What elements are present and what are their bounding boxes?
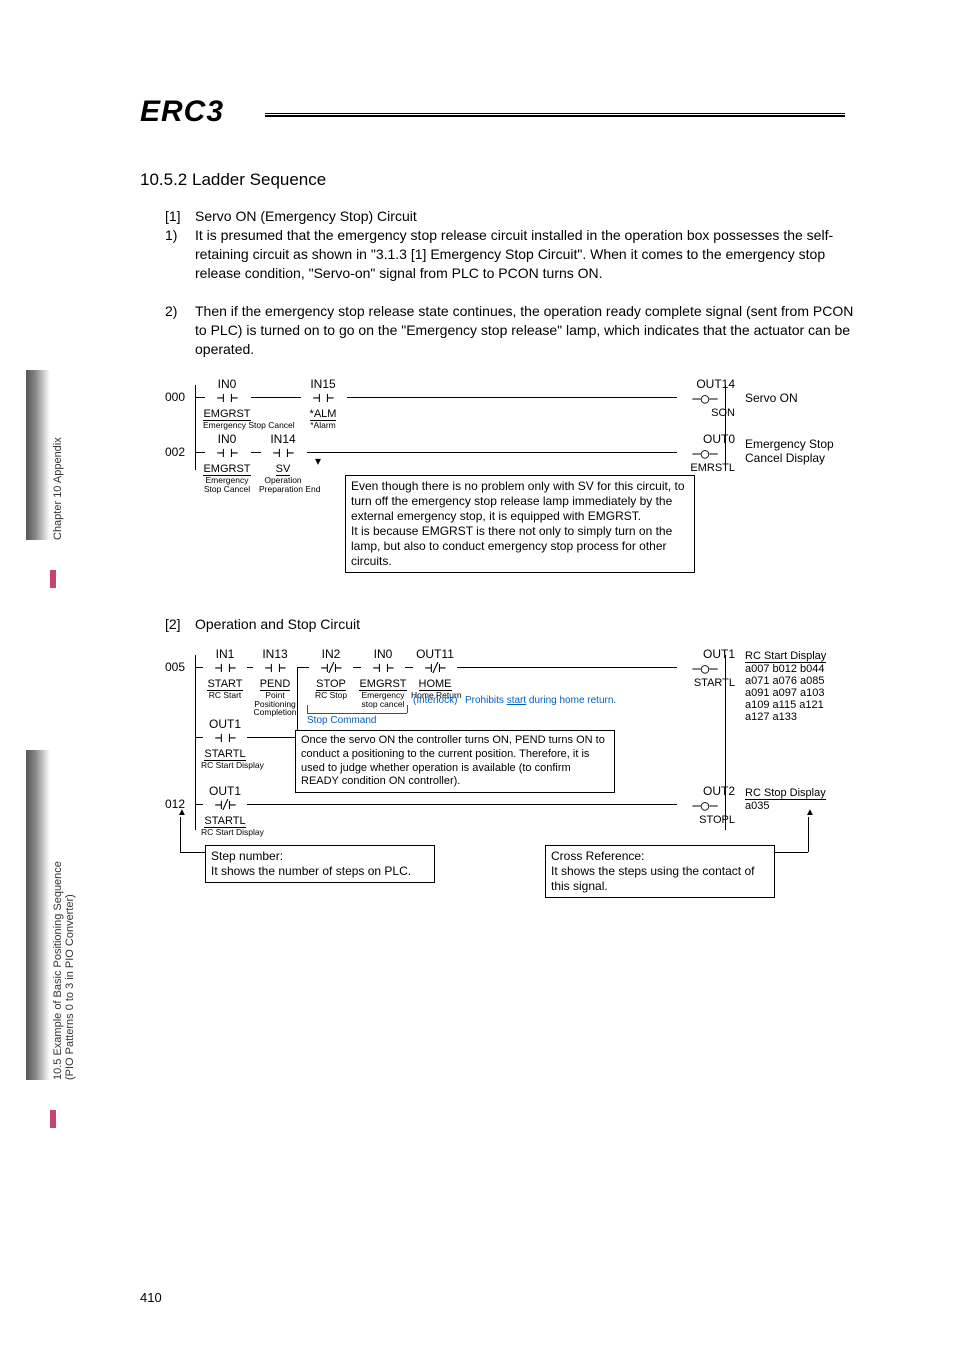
item2-num: [2] [165, 615, 181, 634]
p1-text: It is presumed that the emergency stop r… [195, 226, 855, 283]
note-ladder1: Even though there is no problem only wit… [345, 475, 695, 573]
tab-accent-lower [50, 1110, 56, 1128]
contact-in1: IN1 ⊣ ⊢ START RC Start [201, 647, 249, 700]
contact-in15: IN15 ⊣ ⊢ *ALM *Alarm [299, 377, 347, 430]
logo-underline [265, 113, 845, 117]
xref-note: Cross Reference: It shows the steps usin… [545, 845, 775, 898]
tab-graphic-lower [26, 750, 50, 1080]
step-005: 005 [165, 660, 185, 674]
label-rc-start: RC Start Display a007 b012 b044 a071 a07… [745, 650, 826, 723]
sidebar-text-lower: 10.5 Example of Basic Positioning Sequen… [52, 750, 76, 1080]
interlock-label: (Interlock) [413, 695, 457, 706]
tab-accent-upper [50, 570, 56, 588]
ladder2: 005 IN1 ⊣ ⊢ START RC Start IN13 ⊣ ⊢ PEND… [165, 645, 855, 925]
contact-in14: IN14 ⊣ ⊢ SV Operation Preparation End [259, 432, 307, 493]
tab-graphic-upper [26, 370, 50, 540]
p2-text: Then if the emergency stop release state… [195, 302, 855, 359]
coil-out14: OUT14 —○— SON [675, 377, 735, 419]
contact-in0-2: IN0 ⊣ ⊢ EMGRST Emergency Stop Cancel [203, 432, 251, 493]
contact-in0-1: IN0 ⊣ ⊢ EMGRST Emergency Stop Cancel [203, 377, 251, 430]
contact-in0-emgrst: IN0 ⊣ ⊢ EMGRST Emergency stop cancel [359, 647, 407, 708]
contact-in2-stop: IN2 ⊣/⊢ STOP RC Stop [307, 647, 355, 700]
prohibit-label: Prohibits start during home return. [465, 695, 616, 706]
label-es-cancel: Emergency Stop Cancel Display [745, 437, 834, 465]
contact-out1-startl: OUT1 ⊣ ⊢ STARTL RC Start Display [201, 717, 249, 770]
logo: ERC3 [140, 95, 224, 129]
coil-out1: OUT1 —○— STARTL [675, 647, 735, 689]
p1-num: 1) [165, 226, 177, 245]
step-002: 002 [165, 445, 185, 459]
item1-title: Servo ON (Emergency Stop) Circuit [195, 207, 417, 226]
item1-num: [1] [165, 207, 181, 226]
step-000: 000 [165, 390, 185, 404]
ladder1: 000 IN0 ⊣ ⊢ EMGRST Emergency Stop Cancel… [165, 375, 855, 575]
coil-out0: OUT0 —○— EMRSTL [675, 432, 735, 474]
contact-out1-nc: OUT1 ⊣/⊢ STARTL RC Start Display [201, 784, 249, 837]
stop-command-label: Stop Command [307, 713, 407, 726]
stepnum-note: Step number: It shows the number of step… [205, 845, 435, 883]
page-number: 410 [140, 1290, 162, 1305]
section-title: 10.5.2 Ladder Sequence [140, 170, 326, 190]
coil-out2: OUT2 —○— STOPL [675, 784, 735, 826]
sidebar: Chapter 10 Appendix 10.5 Example of Basi… [0, 0, 60, 1350]
label-servo-on: Servo ON [745, 391, 798, 405]
contact-out11-home: OUT11 ⊣/⊢ HOME Home Return [411, 647, 459, 700]
p2-num: 2) [165, 302, 177, 321]
pend-note: Once the servo ON the controller turns O… [295, 730, 615, 793]
contact-in13: IN13 ⊣ ⊢ PEND Point Positioning Completi… [251, 647, 299, 717]
sidebar-text-upper: Chapter 10 Appendix [52, 370, 64, 540]
item2-title: Operation and Stop Circuit [195, 615, 360, 634]
